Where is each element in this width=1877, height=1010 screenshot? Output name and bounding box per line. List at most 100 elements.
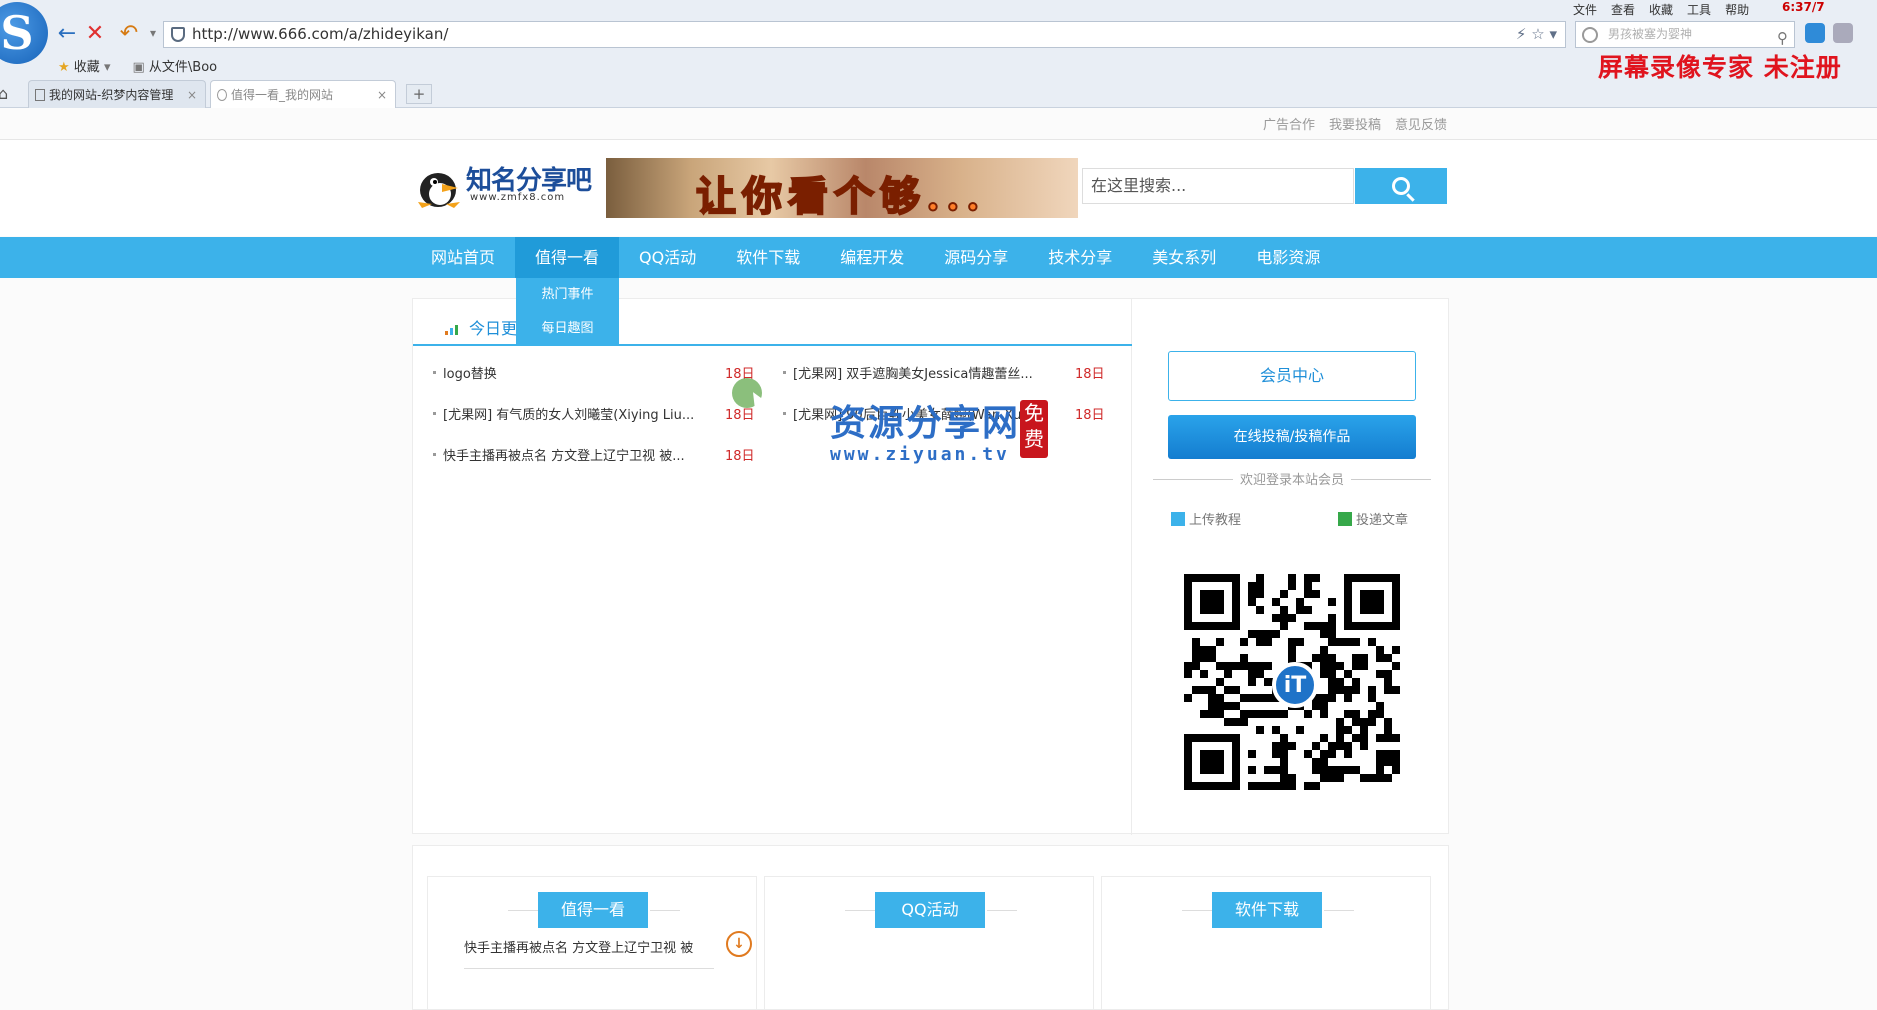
browser-menu: 文件 查看 收藏 工具 帮助	[1573, 1, 1749, 18]
document-icon	[1338, 512, 1352, 526]
nav-qq[interactable]: QQ活动	[619, 237, 716, 278]
link-feedback[interactable]: 意见反馈	[1395, 114, 1447, 133]
nav-home[interactable]: 网站首页	[411, 237, 515, 278]
bullet	[433, 412, 436, 415]
menu-file[interactable]: 文件	[1573, 1, 1597, 18]
news-title[interactable]: logo替换	[443, 363, 711, 382]
tab-strip: 我的网站-织梦内容管理 × 值得一看_我的网站 × +	[0, 80, 1877, 108]
menu-view[interactable]: 查看	[1611, 1, 1635, 18]
page-icon	[35, 89, 45, 101]
member-center-button[interactable]: 会员中心	[1168, 351, 1416, 401]
nav-source[interactable]: 源码分享	[924, 237, 1028, 278]
category-title[interactable]: QQ活动	[875, 892, 985, 928]
site-search-input[interactable]: 在这里搜索...	[1082, 168, 1354, 204]
category-panel: 软件下载	[1101, 876, 1431, 1010]
browser-chrome: S ← ✕ ↶ ▾ http://www.666.com/a/zhideyika…	[0, 0, 1877, 108]
bullet	[783, 412, 786, 415]
news-date: 18日	[1075, 408, 1105, 423]
extension-icons	[1805, 23, 1853, 43]
welcome-text: 欢迎登录本站会员	[1153, 469, 1431, 489]
bullet	[783, 371, 786, 374]
new-tab-button[interactable]: +	[406, 84, 432, 104]
category-title[interactable]: 值得一看	[538, 892, 648, 928]
category-item[interactable]: 快手主播再被点名 方文登上辽宁卫视 被	[464, 937, 714, 969]
browser-logo-icon[interactable]: S	[0, 2, 48, 64]
nav-tech[interactable]: 技术分享	[1028, 237, 1132, 278]
undo-icon[interactable]: ↶	[116, 20, 142, 46]
nav-programming[interactable]: 编程开发	[820, 237, 924, 278]
extension-icon[interactable]	[1805, 23, 1825, 43]
menu-help[interactable]: 帮助	[1725, 1, 1749, 18]
watermark-title: 资源分享网	[830, 402, 1021, 444]
extension-icon[interactable]	[1833, 23, 1853, 43]
dropdown-daily-pics[interactable]: 每日趣图	[516, 312, 619, 346]
download-icon[interactable]: ↓	[726, 931, 752, 957]
main-panel: 今日更新 logo替换 18日 [尤果网] 双手遮胸美女Jessica情趣蕾丝.…	[412, 298, 1449, 835]
clock: 6:37/7	[1782, 0, 1825, 14]
news-title[interactable]: [尤果网] 双手遮胸美女Jessica情趣蕾丝...	[793, 363, 1061, 382]
news-date: 18日	[725, 449, 755, 464]
link-submit[interactable]: 我要投稿	[1329, 114, 1381, 133]
tab-zhideyikan[interactable]: 值得一看_我的网站 ×	[210, 80, 396, 108]
divider	[1324, 910, 1354, 911]
back-icon[interactable]: ←	[54, 20, 80, 46]
site-search-button[interactable]	[1355, 168, 1447, 204]
category-title[interactable]: 软件下载	[1212, 892, 1322, 928]
chart-bars-icon	[445, 325, 458, 335]
divider	[508, 910, 538, 911]
watermark-seal: 免费	[1020, 400, 1048, 458]
qr-center-logo: iT	[1272, 662, 1318, 708]
stop-icon[interactable]: ✕	[82, 20, 108, 46]
nav-beauty[interactable]: 美女系列	[1132, 237, 1236, 278]
bullet	[433, 453, 436, 456]
dropdown-hot-events[interactable]: 热门事件	[516, 278, 619, 312]
category-panels: 值得一看 快手主播再被点名 方文登上辽宁卫视 被 ↓ QQ活动 软件下载	[412, 845, 1449, 1010]
bookmarks-bar: ★ 收藏 ▾ ▣ 从文件\Boo	[58, 56, 217, 75]
nav-dropdown: 热门事件 每日趣图	[516, 278, 619, 346]
menu-tools[interactable]: 工具	[1687, 1, 1711, 18]
browser-search-input[interactable]: 男孩被塞为婴神 ⚲	[1575, 21, 1795, 48]
banner-text: 让你看个够...	[695, 172, 986, 218]
nav-zhideyikan[interactable]: 值得一看	[515, 237, 620, 278]
address-bar-tools[interactable]: ⚡ ☆ ▾	[1516, 22, 1557, 47]
today-updates: 今日更新 logo替换 18日 [尤果网] 双手遮胸美女Jessica情趣蕾丝.…	[413, 299, 1132, 835]
nav-movies[interactable]: 电影资源	[1236, 237, 1340, 278]
close-tab-icon[interactable]: ×	[377, 81, 387, 109]
divider	[845, 910, 875, 911]
link-advertising[interactable]: 广告合作	[1263, 114, 1315, 133]
folder-icon: ▣	[132, 60, 145, 75]
security-shield-icon	[171, 27, 185, 42]
close-tab-icon[interactable]: ×	[187, 81, 197, 109]
main-nav: 网站首页 值得一看 QQ活动 软件下载 编程开发 源码分享 技术分享 美女系列 …	[0, 237, 1877, 278]
category-panel: QQ活动	[764, 876, 1094, 1010]
page: 广告合作 我要投稿 意见反馈 知名分享吧 www.zmfx8.com 让你看个够…	[0, 108, 1877, 1010]
submit-works-button[interactable]: 在线投稿/投稿作品	[1168, 415, 1416, 459]
recorder-watermark: 屏幕录像专家 未注册	[1598, 53, 1842, 82]
upload-tutorial-link[interactable]: 上传教程	[1171, 509, 1241, 528]
address-dropdown-icon[interactable]: ▾	[1549, 25, 1557, 43]
search-icon	[1392, 177, 1410, 195]
news-date: 18日	[1075, 367, 1105, 382]
favorite-star-icon[interactable]: ☆	[1531, 25, 1544, 43]
divider	[650, 910, 680, 911]
news-title[interactable]: [尤果网] 有气质的女人刘曦莹(Xiying Liu...	[443, 404, 711, 423]
tab-dede-admin[interactable]: 我的网站-织梦内容管理 ×	[28, 80, 206, 108]
site-header: 知名分享吧 www.zmfx8.com 让你看个够... 在这里搜索...	[0, 140, 1877, 236]
ziyuan-watermark: 资源分享网 www.ziyuan.tv 免费	[830, 394, 1048, 465]
flash-icon[interactable]: ⚡	[1516, 25, 1527, 43]
menu-favorites[interactable]: 收藏	[1649, 1, 1673, 18]
nav-software[interactable]: 软件下载	[716, 237, 820, 278]
address-bar[interactable]: http://www.666.com/a/zhideyikan/ ⚡ ☆ ▾	[163, 21, 1566, 48]
divider	[987, 910, 1017, 911]
bookmark-folder[interactable]: ▣ 从文件\Boo	[132, 56, 217, 75]
member-sidebar: 会员中心 在线投稿/投稿作品 欢迎登录本站会员 上传教程 投递文章 iT	[1133, 299, 1448, 835]
ad-banner[interactable]: 让你看个够...	[606, 158, 1078, 218]
news-title[interactable]: 快手主播再被点名 方文登上辽宁卫视 被...	[443, 445, 711, 464]
bookmark-favorites[interactable]: ★ 收藏 ▾	[58, 56, 110, 75]
top-links: 广告合作 我要投稿 意见反馈	[1263, 114, 1447, 133]
submit-article-link[interactable]: 投递文章	[1338, 509, 1408, 528]
penguin-logo-icon	[418, 173, 460, 208]
search-engine-icon[interactable]	[1582, 27, 1598, 43]
qr-code: iT	[1184, 574, 1400, 790]
site-logo[interactable]: 知名分享吧 www.zmfx8.com	[412, 158, 592, 214]
